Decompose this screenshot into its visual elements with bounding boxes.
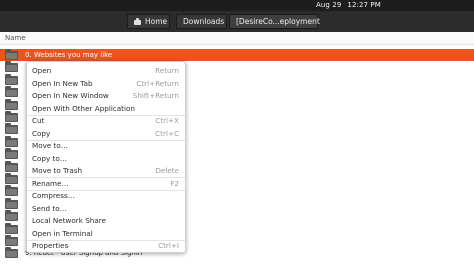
folder-icon — [5, 61, 18, 73]
folder-icon — [5, 98, 18, 110]
menu-item-shortcut: Return — [155, 66, 179, 75]
context-menu-item[interactable]: Rename… F2 — [27, 178, 185, 191]
file-manager-toolbar: Home Downloads [DesireCo...eployment — [0, 11, 474, 33]
menu-item-label: Copy to… — [32, 153, 67, 163]
menu-item-shortcut: Delete — [155, 166, 179, 175]
menu-item-label: Rename… — [32, 178, 69, 188]
menu-item-label: Cut — [32, 116, 45, 125]
folder-icon — [5, 197, 18, 209]
breadcrumb-current-label: [DesireCo...eployment — [236, 17, 320, 26]
menu-item-label: Send to… — [32, 203, 67, 213]
folder-icon — [5, 148, 18, 160]
folder-icon — [5, 173, 18, 184]
context-menu-item[interactable]: Open With Other Application — [27, 103, 185, 116]
folder-icon — [5, 86, 18, 98]
name-column-header[interactable]: Name — [0, 32, 474, 45]
folder-icon — [5, 210, 18, 222]
menu-item-label: Move to Trash — [32, 166, 83, 175]
folder-icon — [5, 235, 18, 246]
context-menu-item[interactable]: Compress… — [27, 190, 185, 203]
menu-item-label: Open — [32, 66, 52, 75]
clock[interactable]: Aug 29 12:27 PM — [316, 1, 381, 9]
list-item[interactable]: 0. Websites you may like — [0, 49, 474, 62]
clock-date: Aug 29 — [316, 1, 342, 9]
context-menu-item[interactable]: Open Return — [27, 65, 185, 78]
folder-icon — [5, 185, 18, 197]
context-menu-item[interactable]: Local Network Share — [27, 215, 185, 228]
folder-icon — [5, 160, 18, 172]
folder-icon — [5, 222, 18, 234]
context-menu-item[interactable]: Cut Ctrl+X — [27, 115, 185, 128]
menu-item-label: Properties — [32, 241, 69, 250]
clock-time: 12:27 PM — [347, 1, 381, 9]
folder-icon — [5, 135, 18, 147]
breadcrumb-current-folder[interactable]: [DesireCo...eployment — [229, 14, 320, 29]
folder-icon — [5, 123, 18, 135]
menu-item-label: Local Network Share — [32, 216, 106, 225]
menu-item-label: Open In New Tab — [32, 78, 93, 88]
context-menu-item[interactable]: Move to Trash Delete — [27, 165, 185, 178]
menu-item-label: Compress… — [32, 191, 75, 200]
menu-item-shortcut: Shift+Return — [132, 91, 179, 100]
context-menu-item[interactable]: Properties Ctrl+I — [27, 240, 185, 253]
context-menu-item[interactable]: Open In New Tab Ctrl+Return — [27, 78, 185, 91]
menu-item-label: Open With Other Application — [32, 103, 135, 113]
menu-item-shortcut: Ctrl+Return — [136, 78, 179, 88]
home-icon — [134, 18, 141, 25]
menu-item-label: Open in Terminal — [32, 228, 93, 238]
menu-item-shortcut: Ctrl+I — [158, 241, 179, 250]
breadcrumb-downloads[interactable]: Downloads — [176, 14, 227, 29]
menu-item-label: Move to… — [32, 141, 68, 150]
top-bar: Aug 29 12:27 PM — [0, 0, 474, 11]
context-menu: Open Return Open In New Tab Ctrl+Return Open… — [26, 61, 186, 253]
breadcrumb-downloads-label: Downloads — [183, 17, 225, 26]
menu-item-label: Copy — [32, 128, 51, 138]
menu-item-shortcut: Ctrl+X — [155, 116, 179, 125]
name-column-label: Name — [5, 34, 26, 42]
folder-icon — [5, 73, 18, 85]
context-menu-item[interactable]: Copy Ctrl+C — [27, 128, 185, 141]
breadcrumb-home[interactable]: Home — [127, 14, 170, 29]
context-menu-item[interactable]: Open In New Window Shift+Return — [27, 90, 185, 103]
menu-item-label: Open In New Window — [32, 91, 109, 100]
context-menu-item[interactable]: Copy to… — [27, 153, 185, 166]
menu-item-shortcut: F2 — [170, 178, 179, 188]
folder-icon — [5, 247, 18, 259]
context-menu-item[interactable]: Send to… — [27, 203, 185, 216]
folder-icon — [5, 111, 18, 122]
context-menu-item[interactable]: Open in Terminal — [27, 228, 185, 241]
folder-icon — [5, 49, 18, 60]
context-menu-item[interactable]: Move to… — [27, 140, 185, 153]
menu-item-shortcut: Ctrl+C — [155, 128, 179, 138]
list-item-name: 0. Websites you may like — [25, 51, 113, 59]
breadcrumb-home-label: Home — [145, 17, 168, 26]
